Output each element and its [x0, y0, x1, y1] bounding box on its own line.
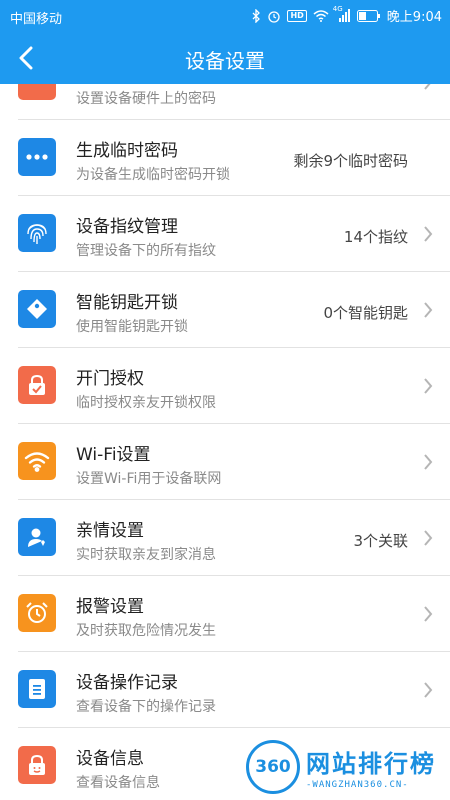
list-item-value: 剩余9个临时密码 [293, 152, 408, 170]
list-item-sub: 使用智能钥匙开锁 [76, 319, 188, 335]
list-item-sub: 及时获取危险情况发生 [76, 623, 216, 639]
list-item-sub: 查看设备信息 [76, 775, 160, 791]
signal-icon: 4G [333, 5, 351, 22]
list-item-label: 生成临时密码 [76, 141, 178, 161]
document-icon [18, 670, 56, 708]
list-item-sub: 设置Wi-Fi用于设备联网 [76, 471, 222, 487]
list-item-sub: 查看设备下的操作记录 [76, 699, 216, 715]
list-item-value: 0个智能钥匙 [323, 304, 408, 322]
list-item-fingerprints[interactable]: 设备指纹管理 管理设备下的所有指纹 14个指纹 [0, 196, 450, 272]
bluetooth-icon [252, 8, 261, 23]
chevron-right-icon [424, 226, 433, 242]
wifi-status-icon [313, 9, 329, 22]
list-item-wifi-settings[interactable]: Wi-Fi设置 设置Wi-Fi用于设备联网 [0, 424, 450, 500]
settings-list: 设置设备硬件上的密码 生成临时密码 为设备生成临时密码开锁 剩余9个临时密码 设… [0, 84, 450, 800]
family-icon [18, 518, 56, 556]
chevron-right-icon [424, 302, 433, 318]
key-tag-icon [18, 290, 56, 328]
list-item-label: 设备信息 [76, 749, 144, 769]
alarm-icon [267, 9, 281, 23]
lock-check-icon [18, 366, 56, 404]
list-item-sub: 为设备生成临时密码开锁 [76, 167, 230, 183]
list-item-temp-password[interactable]: 生成临时密码 为设备生成临时密码开锁 剩余9个临时密码 [0, 120, 450, 196]
list-item-value: 3个关联 [353, 532, 408, 550]
list-item-label: 开门授权 [76, 369, 144, 389]
chevron-right-icon [424, 454, 433, 470]
list-item-door-authorization[interactable]: 开门授权 临时授权亲友开锁权限 [0, 348, 450, 424]
battery-icon [356, 9, 381, 22]
title-bar: 设备设置 [0, 32, 450, 84]
list-item-label: 设备操作记录 [76, 673, 178, 693]
list-item-label: Wi-Fi设置 [76, 445, 151, 465]
list-item-sub: 临时授权亲友开锁权限 [76, 395, 216, 411]
list-item-sub: 实时获取亲友到家消息 [76, 547, 216, 563]
list-item-label: 设备指纹管理 [76, 217, 178, 237]
list-item-sub: 设置设备硬件上的密码 [76, 91, 216, 107]
list-item-smart-key[interactable]: 智能钥匙开锁 使用智能钥匙开锁 0个智能钥匙 [0, 272, 450, 348]
page-title: 设备设置 [185, 49, 265, 73]
status-icons: HD 4G 晚上9:04 [252, 5, 442, 25]
hd-icon: HD [287, 9, 307, 22]
list-item-sub: 管理设备下的所有指纹 [76, 243, 216, 259]
alarm-clock-icon [18, 594, 56, 632]
list-item-label: 报警设置 [76, 597, 144, 617]
watermark-logo: 360 网站排行榜 -WANGZHAN360.CN- [246, 738, 450, 800]
list-item-family-settings[interactable]: 亲情设置 实时获取亲友到家消息 3个关联 [0, 500, 450, 576]
fingerprint-icon [18, 214, 56, 252]
chevron-right-icon [424, 682, 433, 698]
list-item-label: 智能钥匙开锁 [76, 293, 178, 313]
list-item-operation-log[interactable]: 设备操作记录 查看设备下的操作记录 [0, 652, 450, 728]
chevron-right-icon [424, 606, 433, 622]
chevron-right-icon [424, 378, 433, 394]
dots-icon [18, 138, 56, 176]
key-icon [18, 84, 56, 100]
network-type-label: 4G [332, 5, 343, 13]
carrier-name: 中国移动 [10, 12, 63, 27]
list-item-label: 亲情设置 [76, 521, 144, 541]
list-item-hardware-password[interactable]: 设置设备硬件上的密码 [0, 84, 450, 120]
status-bar: 中国移动 HD 4G 晚上9:04 [0, 0, 450, 32]
chevron-right-icon [424, 84, 431, 90]
chevron-right-icon [424, 530, 433, 546]
clock: 晚上9:04 [386, 10, 442, 25]
list-item-value: 14个指纹 [343, 228, 408, 246]
wifi-icon [18, 442, 56, 480]
lock-face-icon [18, 746, 56, 784]
watermark-title: 网站排行榜 [306, 750, 436, 778]
watermark-subtitle: -WANGZHAN360.CN- [306, 780, 409, 790]
list-item-alarm-settings[interactable]: 报警设置 及时获取危险情况发生 [0, 576, 450, 652]
watermark-badge: 360 [246, 740, 300, 794]
